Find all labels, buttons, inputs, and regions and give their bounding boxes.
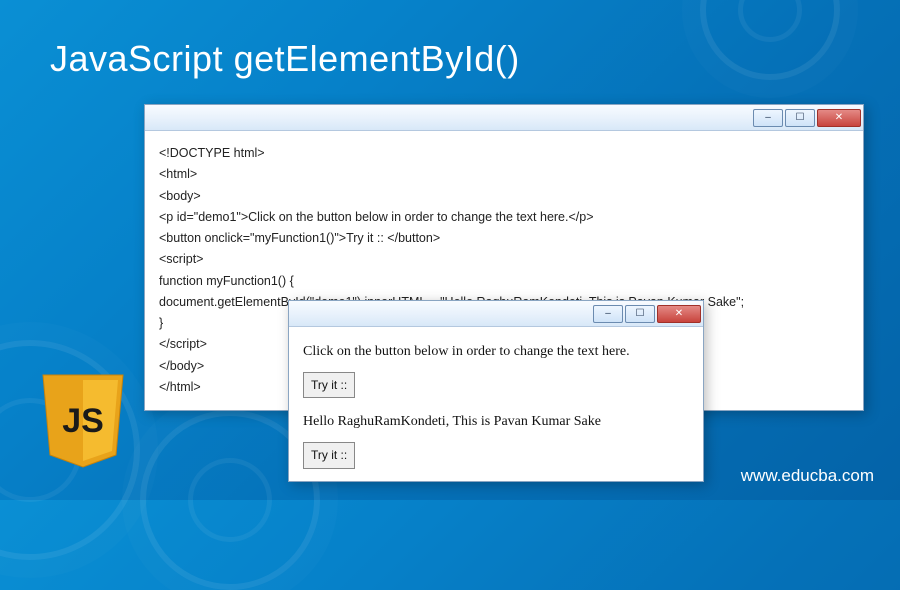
code-line: function myFunction1() { (159, 271, 849, 292)
js-logo-icon: JS (38, 370, 128, 470)
output-text: Click on the button below in order to ch… (303, 339, 689, 366)
output-content: Click on the button below in order to ch… (289, 327, 703, 481)
close-icon[interactable]: ✕ (657, 305, 701, 323)
output-window: – ☐ ✕ Click on the button below in order… (288, 300, 704, 482)
maximize-icon[interactable]: ☐ (785, 109, 815, 127)
minimize-icon[interactable]: – (593, 305, 623, 323)
titlebar: – ☐ ✕ (289, 301, 703, 327)
code-line: <!DOCTYPE html> (159, 143, 849, 164)
code-line: <html> (159, 164, 849, 185)
code-line: <script> (159, 249, 849, 270)
code-line: <body> (159, 186, 849, 207)
svg-text:JS: JS (62, 402, 104, 440)
close-icon[interactable]: ✕ (817, 109, 861, 127)
maximize-icon[interactable]: ☐ (625, 305, 655, 323)
try-it-button[interactable]: Try it :: (303, 442, 355, 469)
bg-gear-decoration (700, 0, 840, 80)
code-line: <button onclick="myFunction1()">Try it :… (159, 228, 849, 249)
page-title: JavaScript getElementById() (50, 38, 520, 80)
site-url: www.educba.com (741, 466, 874, 486)
titlebar: – ☐ ✕ (145, 105, 863, 131)
output-text: Hello RaghuRamKondeti, This is Pavan Kum… (303, 409, 689, 436)
code-line: <p id="demo1">Click on the button below … (159, 207, 849, 228)
try-it-button[interactable]: Try it :: (303, 372, 355, 399)
minimize-icon[interactable]: – (753, 109, 783, 127)
